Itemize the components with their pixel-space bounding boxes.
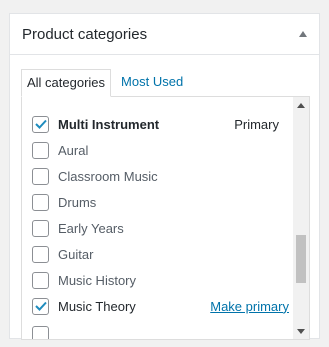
category-checkbox-music-history[interactable] — [32, 271, 49, 289]
category-label[interactable]: Multi Instrument — [58, 117, 159, 132]
category-list: Multi Instrument Primary Aural Classroom… — [22, 97, 293, 339]
scroll-down-icon[interactable] — [293, 323, 309, 339]
panel-title: Product categories — [22, 26, 148, 43]
checkmark-icon — [34, 301, 47, 311]
product-categories-panel: Product categories All categories Most U… — [9, 13, 320, 340]
category-checkbox-guitar[interactable] — [32, 245, 49, 263]
category-checklist: Multi Instrument Primary Aural Classroom… — [21, 96, 310, 340]
category-label[interactable]: Early Years — [58, 221, 124, 236]
category-label[interactable]: Guitar — [58, 247, 93, 262]
list-item: Classroom Music — [32, 163, 293, 189]
list-item: Aural — [32, 137, 293, 163]
list-item: Music Theory Make primary — [32, 293, 293, 319]
category-checkbox-classroom-music[interactable] — [32, 167, 49, 185]
make-primary-link[interactable]: Make primary — [210, 299, 289, 314]
triangle-up-icon[interactable] — [293, 24, 313, 44]
panel-header[interactable]: Product categories — [10, 14, 319, 55]
list-item: Music History — [32, 267, 293, 293]
category-checkbox-music-theory[interactable] — [32, 297, 49, 315]
category-label[interactable]: Music History — [58, 273, 136, 288]
tab-most-used[interactable]: Most Used — [111, 69, 188, 97]
checkmark-icon — [34, 119, 47, 129]
scroll-up-icon[interactable] — [293, 97, 309, 113]
category-label[interactable]: Music Theory — [58, 299, 136, 314]
list-item — [32, 321, 293, 339]
category-checkbox-partial[interactable] — [32, 325, 49, 339]
primary-badge: Primary — [234, 116, 279, 132]
tab-all-categories[interactable]: All categories — [21, 69, 112, 97]
list-item: Early Years — [32, 215, 293, 241]
list-item: Multi Instrument Primary — [32, 111, 293, 137]
list-item: Guitar — [32, 241, 293, 267]
category-checkbox-drums[interactable] — [32, 193, 49, 211]
list-item: Drums — [32, 189, 293, 215]
category-tabs: All categories Most Used — [21, 69, 188, 97]
category-label[interactable]: Classroom Music — [58, 169, 158, 184]
category-label[interactable]: Aural — [58, 143, 88, 158]
category-checkbox-early-years[interactable] — [32, 219, 49, 237]
scroll-thumb[interactable] — [296, 235, 306, 283]
category-label[interactable]: Drums — [58, 195, 96, 210]
scrollbar[interactable] — [293, 97, 309, 339]
category-checkbox-aural[interactable] — [32, 141, 49, 159]
category-checkbox-multi-instrument[interactable] — [32, 115, 49, 133]
